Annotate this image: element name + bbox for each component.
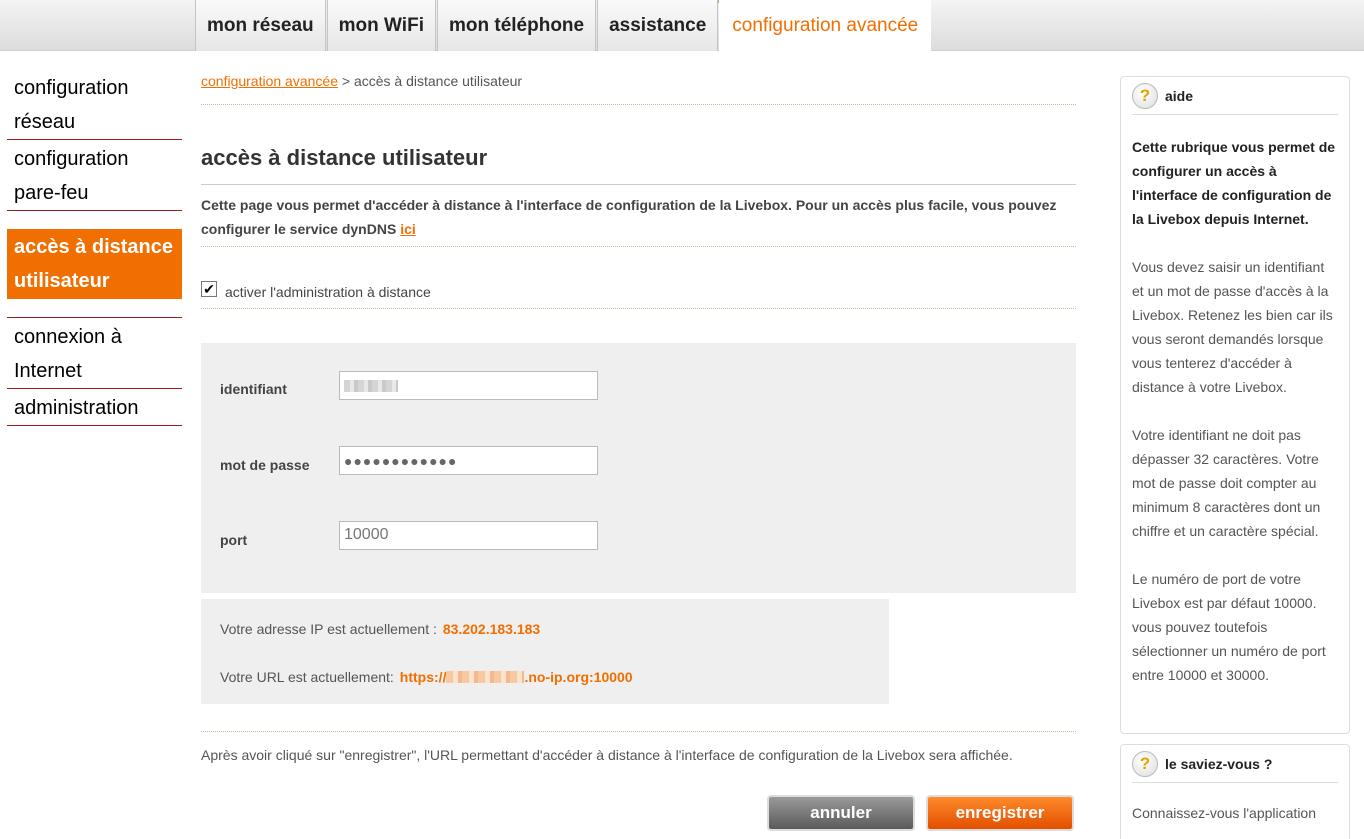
- help-paragraph-port: Le numéro de port de votre Livebox est p…: [1132, 571, 1326, 683]
- identifiant-label: identifiant: [220, 381, 287, 397]
- password-label: mot de passe: [220, 457, 310, 473]
- help-paragraph-rules: Votre identifiant ne doit pas dépasser 3…: [1132, 427, 1321, 539]
- help-intro: Cette rubrique vous permet de configurer…: [1132, 139, 1336, 227]
- remote-admin-label: activer l'administration à distance: [225, 284, 431, 300]
- ip-line: Votre adresse IP est actuellement : 83.20…: [220, 621, 540, 637]
- help-header: ? aide: [1132, 77, 1338, 115]
- current-address-info: Votre adresse IP est actuellement : 83.20…: [201, 599, 889, 704]
- port-input[interactable]: 10000: [339, 521, 598, 550]
- sidebar-item-administration[interactable]: administration: [7, 389, 182, 426]
- question-icon: ?: [1132, 82, 1158, 109]
- tip-panel: ? le saviez-vous ? Connaissez-vous l'app…: [1120, 744, 1350, 839]
- url-value: https:// .no-ip.org:10000: [400, 669, 633, 685]
- ip-value: 83.202.183.183: [442, 621, 541, 637]
- identifiant-input[interactable]: [339, 371, 598, 400]
- sidebar-item-acces-distance[interactable]: accès à distance utilisateur: [7, 229, 182, 299]
- help-panel: ? aide Cette rubrique vous permet de con…: [1120, 76, 1350, 734]
- help-title: aide: [1165, 87, 1194, 104]
- description-text: Cette page vous permet d'accéder à dista…: [201, 197, 1057, 237]
- page-title: accès à distance utilisateur: [201, 145, 1076, 185]
- tip-title: le saviez-vous ?: [1165, 755, 1273, 772]
- bottom-divider: [201, 731, 1076, 732]
- credentials-form: identifiant mot de passe ●●●●●●●●●●●● po…: [201, 343, 1076, 593]
- tab-mon-telephone[interactable]: mon téléphone: [436, 0, 597, 51]
- tab-mon-reseau[interactable]: mon réseau: [195, 0, 326, 51]
- url-suffix: .no-ip.org:10000: [524, 669, 633, 685]
- dyndns-link[interactable]: ici: [400, 221, 416, 237]
- save-button[interactable]: enregistrer: [928, 797, 1072, 829]
- page-description: Cette page vous permet d'accéder à dista…: [201, 193, 1076, 247]
- breadcrumb: configuration avancée > accès à distance…: [201, 73, 1076, 105]
- sidebar-item-configuration-reseau[interactable]: configuration réseau: [7, 69, 182, 140]
- help-paragraph-credentials: Vous devez saisir un identifiant et un m…: [1132, 259, 1333, 395]
- breadcrumb-current: accès à distance utilisateur: [353, 73, 523, 89]
- breadcrumb-separator: >: [338, 73, 354, 89]
- redacted-identifiant: [344, 380, 398, 392]
- breadcrumb-parent-link[interactable]: configuration avancée: [201, 73, 338, 89]
- sidebar-item-configuration-pare-feu[interactable]: configuration pare-feu: [7, 140, 182, 211]
- tip-text: Connaissez-vous l'application: [1132, 805, 1316, 821]
- redacted-hostname: [446, 671, 525, 683]
- ip-label: Votre adresse IP est actuellement :: [220, 621, 437, 637]
- after-save-note: Après avoir cliqué sur "enregistrer", l'…: [201, 747, 1013, 763]
- password-mask: ●●●●●●●●●●●●: [344, 453, 458, 469]
- port-label: port: [220, 532, 248, 548]
- tab-mon-wifi[interactable]: mon WiFi: [326, 0, 436, 51]
- tip-body: Connaissez-vous l'application: [1132, 783, 1338, 825]
- password-input[interactable]: ●●●●●●●●●●●●: [339, 446, 598, 475]
- cancel-button[interactable]: annuler: [769, 797, 913, 829]
- remote-admin-row: ✔ activer l'administration à distance: [201, 279, 1076, 309]
- url-label: Votre URL est actuellement:: [220, 669, 394, 685]
- url-prefix: https://: [399, 669, 447, 685]
- remote-admin-checkbox[interactable]: ✔: [201, 281, 217, 297]
- tab-assistance[interactable]: assistance: [597, 0, 719, 51]
- tab-configuration-avancee[interactable]: configuration avancée: [719, 0, 932, 51]
- help-body: Cette rubrique vous permet de configurer…: [1132, 115, 1338, 687]
- url-line: Votre URL est actuellement: https:// .no-i…: [220, 669, 633, 685]
- tip-header: ? le saviez-vous ?: [1132, 745, 1338, 783]
- main-tabs: mon réseau mon WiFi mon téléphone assist…: [195, 0, 932, 51]
- question-icon: ?: [1132, 750, 1158, 777]
- sidebar-item-connexion-internet[interactable]: connexion à Internet: [7, 318, 182, 389]
- sidebar: configuration réseau configuration pare-…: [7, 69, 182, 426]
